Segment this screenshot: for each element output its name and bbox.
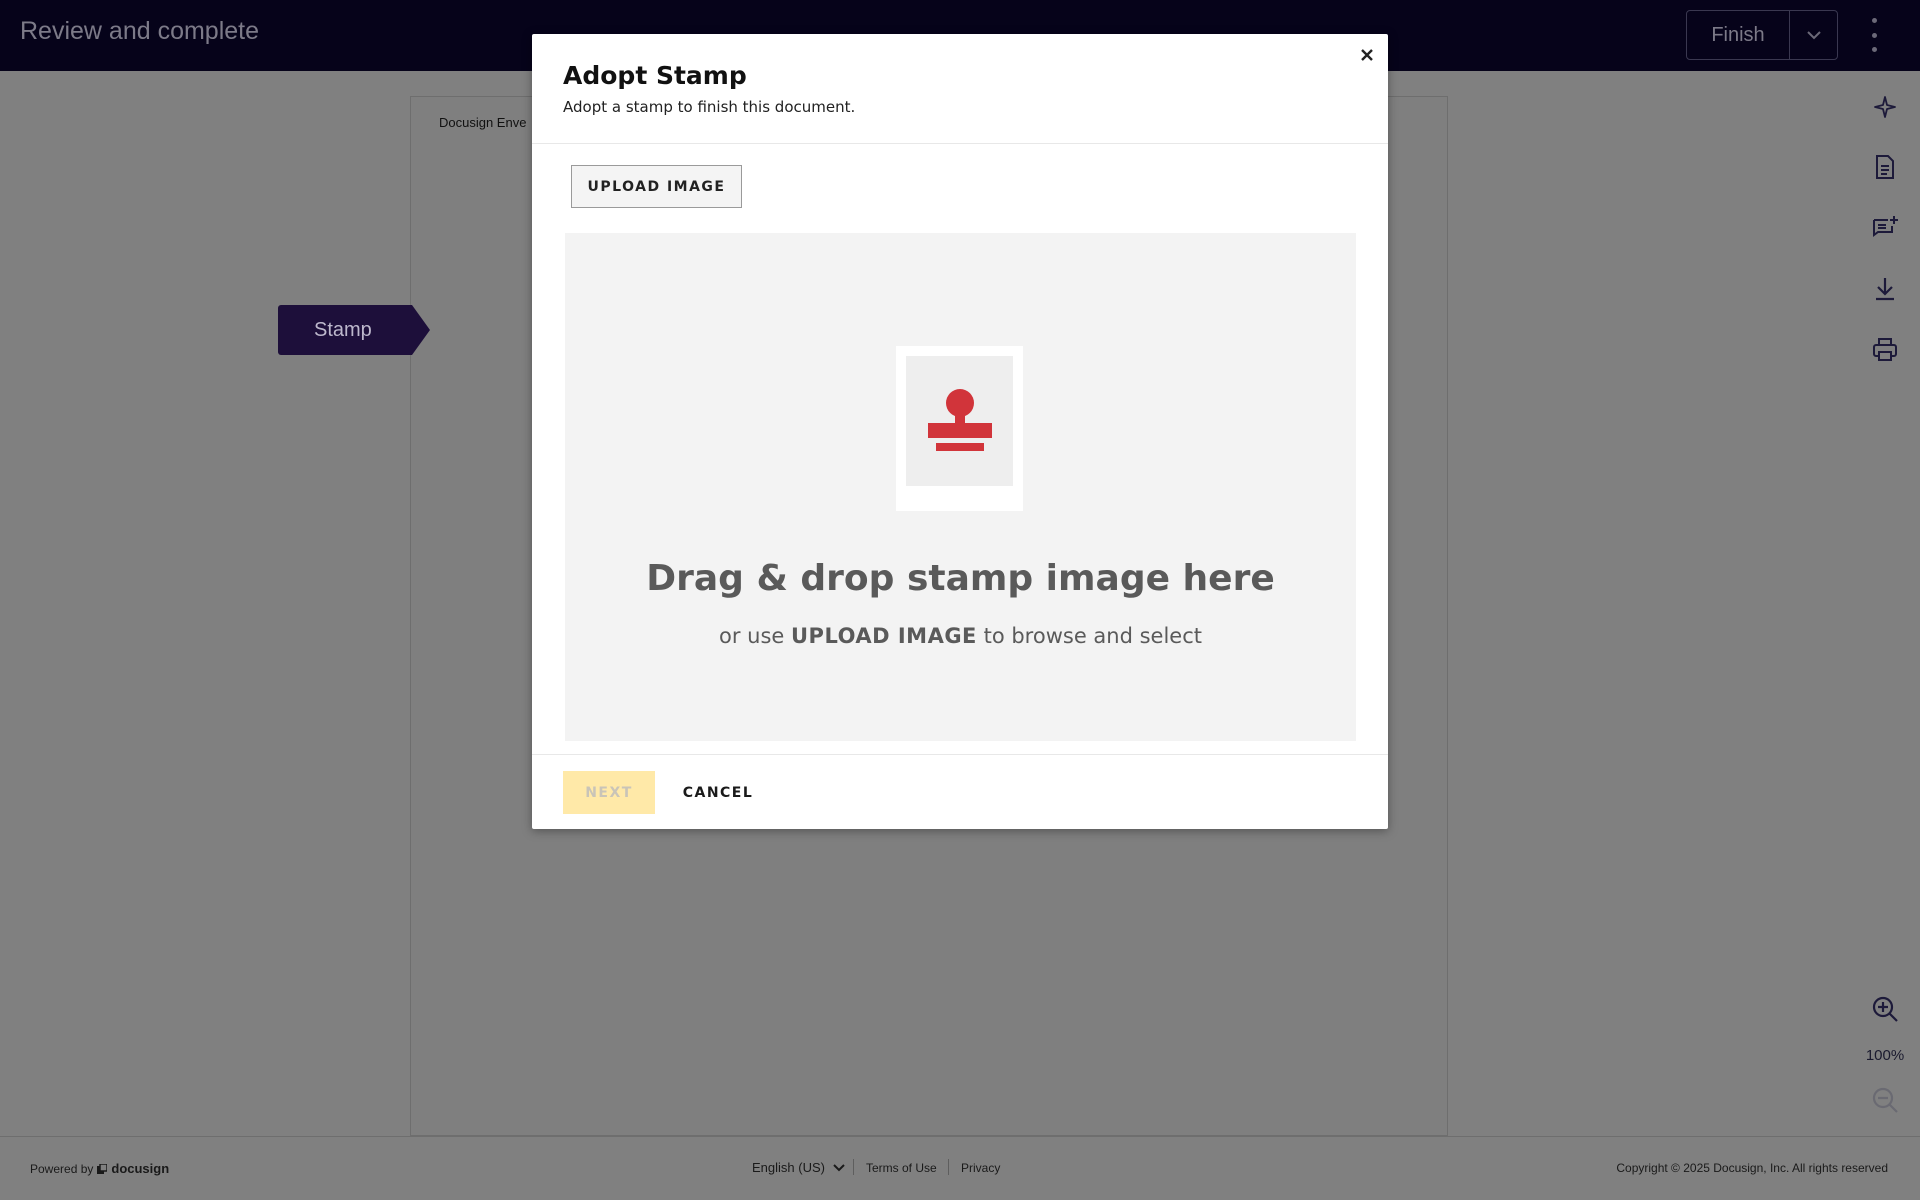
dialog-title: Adopt Stamp	[563, 61, 747, 90]
terms-of-use-link[interactable]: Terms of Use	[866, 1161, 937, 1175]
dropzone-sub-suffix: to browse and select	[983, 624, 1202, 648]
copyright-text: Copyright © 2025 Docusign, Inc. All righ…	[1616, 1161, 1888, 1175]
stamp-dropzone[interactable]: Drag & drop stamp image here or use UPLO…	[565, 233, 1356, 741]
language-selector[interactable]: English (US)	[752, 1160, 845, 1175]
more-options-icon[interactable]	[1862, 18, 1886, 52]
finish-button-group: Finish	[1686, 10, 1838, 60]
close-icon[interactable]	[1356, 44, 1378, 66]
adopt-stamp-dialog: Adopt Stamp Adopt a stamp to finish this…	[532, 34, 1388, 829]
next-button[interactable]: NEXT	[563, 771, 655, 814]
stamp-icon	[927, 389, 992, 451]
powered-by: Powered by docusign	[30, 1161, 169, 1176]
language-label: English (US)	[752, 1160, 825, 1175]
document-envelope-id: Docusign Enve	[439, 115, 527, 130]
stamp-preview-card	[896, 346, 1023, 511]
privacy-link[interactable]: Privacy	[961, 1161, 1000, 1175]
add-comment-icon[interactable]	[1870, 213, 1900, 243]
zoom-in-icon[interactable]	[1870, 994, 1900, 1024]
zoom-level: 100%	[1865, 1047, 1905, 1064]
docusign-logo-icon	[97, 1163, 108, 1174]
dialog-subtitle: Adopt a stamp to finish this document.	[563, 98, 856, 116]
document-icon[interactable]	[1870, 152, 1900, 182]
zoom-out-icon[interactable]	[1870, 1085, 1900, 1115]
chevron-down-icon	[1806, 30, 1821, 39]
dropzone-sub-emphasis: UPLOAD IMAGE	[791, 624, 977, 648]
dropzone-subtitle: or use UPLOAD IMAGE to browse and select	[565, 624, 1356, 648]
sparkle-icon[interactable]	[1870, 92, 1900, 122]
stamp-field-tag[interactable]: Stamp	[278, 305, 430, 355]
dialog-footer-divider	[532, 754, 1388, 755]
finish-button[interactable]: Finish	[1687, 11, 1790, 59]
footer-divider	[948, 1159, 949, 1175]
finish-options-button[interactable]	[1790, 11, 1837, 59]
dropzone-title: Drag & drop stamp image here	[646, 558, 1275, 599]
chevron-down-icon	[833, 1163, 845, 1171]
cancel-button[interactable]: CANCEL	[679, 771, 757, 814]
footer-divider	[853, 1159, 854, 1175]
docusign-brand: docusign	[111, 1161, 170, 1176]
print-icon[interactable]	[1870, 335, 1900, 365]
dropzone-sub-prefix: or use	[718, 624, 785, 648]
page-title: Review and complete	[20, 17, 260, 45]
dialog-header-divider	[532, 143, 1388, 144]
powered-by-text: Powered by	[30, 1161, 94, 1176]
stamp-preview-inner	[906, 356, 1013, 486]
download-icon[interactable]	[1870, 274, 1900, 304]
upload-image-button[interactable]: UPLOAD IMAGE	[571, 165, 742, 208]
footer: Powered by docusign English (US) Terms o…	[0, 1136, 1920, 1200]
